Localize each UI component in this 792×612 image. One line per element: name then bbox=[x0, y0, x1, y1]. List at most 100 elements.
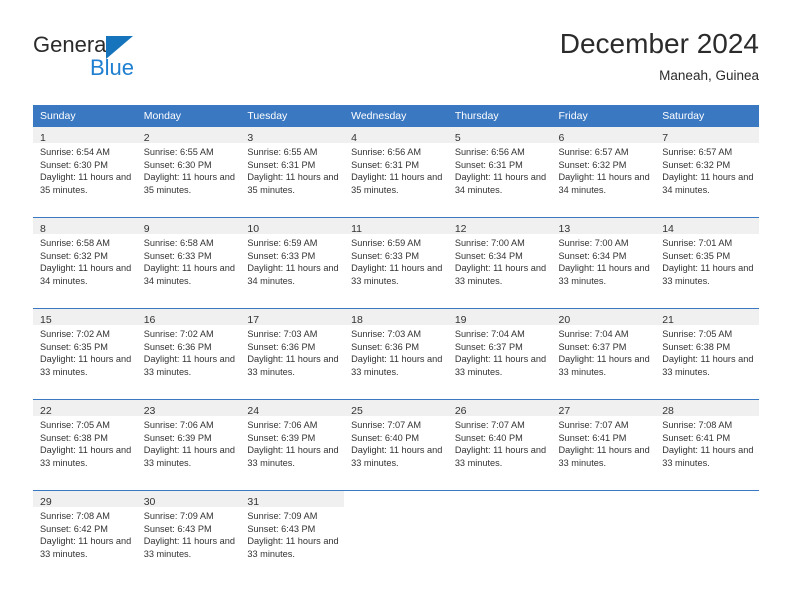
calendar-day-cell[interactable]: 14 Sunrise: 7:01 AM Sunset: 6:35 PM Dayligh… bbox=[655, 217, 759, 309]
day-sun-info: Sunrise: 6:55 AM Sunset: 6:31 PM Daylight:… bbox=[240, 143, 344, 196]
daylight-text: Daylight: 11 hours and 33 minutes. bbox=[143, 354, 235, 377]
sunrise-text: Sunrise: 6:58 AM bbox=[40, 238, 110, 248]
calendar-day-cell[interactable]: 8 Sunrise: 6:58 AM Sunset: 6:32 PM Daylight… bbox=[33, 217, 137, 309]
calendar-day-cell[interactable]: 16 Sunrise: 7:02 AM Sunset: 6:36 PM Dayligh… bbox=[136, 308, 241, 400]
calendar-day-cell[interactable]: 10 Sunrise: 6:59 AM Sunset: 6:33 PM Dayligh… bbox=[240, 217, 345, 309]
calendar-day-cell[interactable]: 18 Sunrise: 7:03 AM Sunset: 6:36 PM Dayligh… bbox=[344, 308, 448, 400]
daylight-text: Daylight: 11 hours and 34 minutes. bbox=[247, 263, 339, 286]
day-cell-content: 25 Sunrise: 7:07 AM Sunset: 6:40 PM Dayligh… bbox=[344, 400, 448, 490]
sunset-text: Sunset: 6:36 PM bbox=[351, 341, 420, 352]
calendar-day-cell[interactable]: 26 Sunrise: 7:07 AM Sunset: 6:40 PM Dayligh… bbox=[447, 399, 552, 491]
calendar-day-cell[interactable]: 28 Sunrise: 7:08 AM Sunset: 6:41 PM Dayligh… bbox=[655, 399, 759, 491]
day-sun-info: Sunrise: 6:56 AM Sunset: 6:31 PM Daylight:… bbox=[344, 143, 448, 196]
sunset-text: Sunset: 6:39 PM bbox=[247, 432, 316, 443]
empty-day-placeholder bbox=[344, 491, 448, 581]
day-number-band: 16 bbox=[136, 309, 241, 326]
calendar-week-row: 22 Sunrise: 7:05 AM Sunset: 6:38 PM Dayligh… bbox=[33, 399, 759, 491]
sunrise-text: Sunrise: 7:02 AM bbox=[40, 329, 110, 339]
calendar-day-cell[interactable]: 15 Sunrise: 7:02 AM Sunset: 6:35 PM Dayligh… bbox=[33, 308, 137, 400]
day-number-band: 11 bbox=[344, 218, 448, 235]
calendar-day-cell[interactable]: 24 Sunrise: 7:06 AM Sunset: 6:39 PM Dayligh… bbox=[240, 399, 345, 491]
calendar-day-cell[interactable]: 27 Sunrise: 7:07 AM Sunset: 6:41 PM Dayligh… bbox=[551, 399, 656, 491]
day-sun-info: Sunrise: 6:59 AM Sunset: 6:33 PM Daylight:… bbox=[240, 234, 344, 287]
weekday-header-friday: Friday bbox=[551, 105, 656, 127]
sunrise-text: Sunrise: 7:01 AM bbox=[662, 238, 733, 248]
day-sun-info: Sunrise: 6:59 AM Sunset: 6:33 PM Daylight:… bbox=[344, 234, 448, 287]
day-cell-content: 13 Sunrise: 7:00 AM Sunset: 6:34 PM Dayligh… bbox=[551, 218, 656, 308]
day-number: 19 bbox=[454, 314, 467, 326]
calendar-day-cell[interactable]: 3 Sunrise: 6:55 AM Sunset: 6:31 PM Daylight… bbox=[240, 127, 345, 218]
calendar-day-cell[interactable]: 22 Sunrise: 7:05 AM Sunset: 6:38 PM Dayligh… bbox=[33, 399, 137, 491]
calendar-day-cell[interactable]: 29 Sunrise: 7:08 AM Sunset: 6:42 PM Dayligh… bbox=[33, 490, 137, 581]
calendar-body: 1 Sunrise: 6:54 AM Sunset: 6:30 PM Daylight… bbox=[33, 127, 759, 581]
day-number-band: 31 bbox=[240, 491, 345, 508]
sunset-text: Sunset: 6:41 PM bbox=[662, 432, 731, 443]
calendar-day-cell[interactable]: 13 Sunrise: 7:00 AM Sunset: 6:34 PM Dayligh… bbox=[551, 217, 656, 309]
sunrise-text: Sunrise: 6:57 AM bbox=[662, 147, 733, 157]
sunrise-text: Sunrise: 7:06 AM bbox=[247, 420, 318, 430]
day-cell-content: 11 Sunrise: 6:59 AM Sunset: 6:33 PM Dayligh… bbox=[344, 218, 448, 308]
brand-logo[interactable]: General Blue bbox=[33, 33, 253, 83]
calendar-day-cell[interactable]: 5 Sunrise: 6:56 AM Sunset: 6:31 PM Daylight… bbox=[447, 127, 552, 218]
calendar-day-cell[interactable]: 23 Sunrise: 7:06 AM Sunset: 6:39 PM Dayligh… bbox=[136, 399, 241, 491]
day-cell-content: 1 Sunrise: 6:54 AM Sunset: 6:30 PM Daylight… bbox=[33, 127, 137, 217]
calendar-day-cell[interactable]: 7 Sunrise: 6:57 AM Sunset: 6:32 PM Daylight… bbox=[655, 127, 759, 218]
day-number-band: 17 bbox=[240, 309, 345, 326]
calendar-day-cell[interactable]: 19 Sunrise: 7:04 AM Sunset: 6:37 PM Dayligh… bbox=[447, 308, 552, 400]
day-sun-info: Sunrise: 7:02 AM Sunset: 6:35 PM Daylight:… bbox=[33, 325, 137, 378]
day-number: 2 bbox=[143, 132, 150, 144]
calendar-day-cell[interactable]: 2 Sunrise: 6:55 AM Sunset: 6:30 PM Daylight… bbox=[136, 127, 241, 218]
day-cell-content: 10 Sunrise: 6:59 AM Sunset: 6:33 PM Dayligh… bbox=[240, 218, 345, 308]
day-cell-content: 17 Sunrise: 7:03 AM Sunset: 6:36 PM Dayligh… bbox=[240, 309, 345, 399]
calendar-day-cell[interactable]: 1 Sunrise: 6:54 AM Sunset: 6:30 PM Daylight… bbox=[33, 127, 137, 218]
brand-name-blue: Blue bbox=[90, 55, 135, 80]
sunrise-text: Sunrise: 6:57 AM bbox=[558, 147, 629, 157]
day-number: 21 bbox=[662, 314, 674, 326]
day-sun-info: Sunrise: 7:07 AM Sunset: 6:40 PM Daylight:… bbox=[344, 416, 448, 469]
sunrise-text: Sunrise: 6:55 AM bbox=[143, 147, 214, 157]
sunset-text: Sunset: 6:43 PM bbox=[143, 523, 212, 534]
daylight-text: Daylight: 11 hours and 33 minutes. bbox=[558, 354, 650, 377]
daylight-text: Daylight: 11 hours and 33 minutes. bbox=[351, 263, 443, 286]
day-number-band: 20 bbox=[551, 309, 656, 326]
day-sun-info: Sunrise: 7:02 AM Sunset: 6:36 PM Daylight:… bbox=[137, 325, 241, 378]
calendar-day-cell[interactable]: 30 Sunrise: 7:09 AM Sunset: 6:43 PM Dayligh… bbox=[136, 490, 241, 581]
calendar-day-cell[interactable]: 9 Sunrise: 6:58 AM Sunset: 6:33 PM Daylight… bbox=[136, 217, 241, 309]
daylight-text: Daylight: 11 hours and 33 minutes. bbox=[662, 445, 754, 468]
day-number: 28 bbox=[662, 405, 674, 417]
day-sun-info: Sunrise: 7:05 AM Sunset: 6:38 PM Daylight:… bbox=[655, 325, 759, 378]
day-cell-content: 6 Sunrise: 6:57 AM Sunset: 6:32 PM Daylight… bbox=[551, 127, 656, 217]
sunset-text: Sunset: 6:38 PM bbox=[662, 341, 731, 352]
calendar-day-cell[interactable]: 25 Sunrise: 7:07 AM Sunset: 6:40 PM Dayligh… bbox=[344, 399, 448, 491]
daylight-text: Daylight: 11 hours and 35 minutes. bbox=[143, 172, 235, 195]
calendar-day-cell[interactable]: 17 Sunrise: 7:03 AM Sunset: 6:36 PM Dayligh… bbox=[240, 308, 345, 400]
day-cell-content: 2 Sunrise: 6:55 AM Sunset: 6:30 PM Daylight… bbox=[136, 127, 241, 217]
day-number: 24 bbox=[247, 405, 260, 417]
day-number-band: 8 bbox=[33, 218, 137, 235]
daylight-text: Daylight: 11 hours and 33 minutes. bbox=[662, 263, 754, 286]
day-number-band: 29 bbox=[33, 491, 137, 508]
sunrise-text: Sunrise: 7:05 AM bbox=[40, 420, 110, 430]
day-cell-content: 30 Sunrise: 7:09 AM Sunset: 6:43 PM Dayligh… bbox=[136, 491, 241, 581]
calendar-day-cell[interactable]: 6 Sunrise: 6:57 AM Sunset: 6:32 PM Daylight… bbox=[551, 127, 656, 218]
calendar-day-cell[interactable]: 21 Sunrise: 7:05 AM Sunset: 6:38 PM Dayligh… bbox=[655, 308, 759, 400]
sunset-text: Sunset: 6:35 PM bbox=[40, 341, 108, 352]
calendar-day-cell[interactable]: 31 Sunrise: 7:09 AM Sunset: 6:43 PM Dayligh… bbox=[240, 490, 345, 581]
calendar-day-cell[interactable]: 12 Sunrise: 7:00 AM Sunset: 6:34 PM Dayligh… bbox=[447, 217, 552, 309]
daylight-text: Daylight: 11 hours and 33 minutes. bbox=[351, 445, 443, 468]
sunset-text: Sunset: 6:35 PM bbox=[662, 250, 731, 261]
calendar-day-cell[interactable]: 11 Sunrise: 6:59 AM Sunset: 6:33 PM Dayligh… bbox=[344, 217, 448, 309]
day-cell-content: 18 Sunrise: 7:03 AM Sunset: 6:36 PM Dayligh… bbox=[344, 309, 448, 399]
calendar-day-cell[interactable]: 4 Sunrise: 6:56 AM Sunset: 6:31 PM Daylight… bbox=[344, 127, 448, 218]
day-number-band: 24 bbox=[240, 400, 345, 417]
day-number: 12 bbox=[454, 223, 467, 235]
day-number: 25 bbox=[351, 405, 363, 417]
sunrise-text: Sunrise: 6:56 AM bbox=[351, 147, 422, 157]
day-cell-content: 26 Sunrise: 7:07 AM Sunset: 6:40 PM Dayligh… bbox=[447, 400, 552, 490]
calendar-day-cell[interactable]: 20 Sunrise: 7:04 AM Sunset: 6:37 PM Dayligh… bbox=[551, 308, 656, 400]
sunset-text: Sunset: 6:34 PM bbox=[454, 250, 523, 261]
daylight-text: Daylight: 11 hours and 33 minutes. bbox=[40, 445, 132, 468]
day-sun-info: Sunrise: 7:09 AM Sunset: 6:43 PM Daylight:… bbox=[137, 507, 241, 560]
day-number-band: 13 bbox=[551, 218, 656, 235]
daylight-text: Daylight: 11 hours and 33 minutes. bbox=[351, 354, 443, 377]
